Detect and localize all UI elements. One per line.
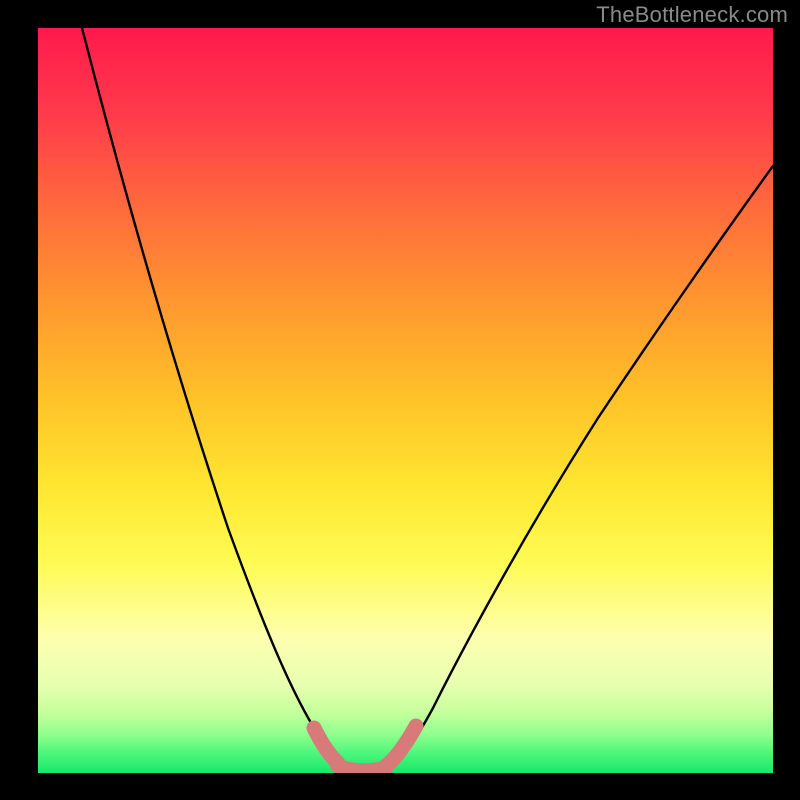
bottleneck-curve-path xyxy=(82,28,773,771)
bottleneck-curve-svg xyxy=(38,28,773,773)
plot-area xyxy=(38,28,773,773)
watermark-text: TheBottleneck.com xyxy=(596,2,788,28)
floor-highlight-right xyxy=(386,726,416,766)
chart-frame: TheBottleneck.com xyxy=(0,0,800,800)
floor-highlight-left xyxy=(314,728,338,763)
